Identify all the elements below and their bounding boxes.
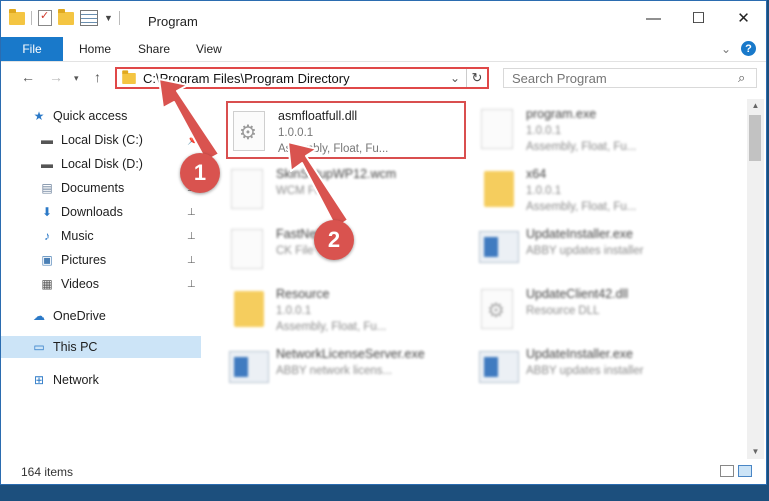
file-explorer-window: ▼ Program — ☐ ✕ File Home Share View ⌄ ?…	[0, 0, 767, 485]
annotation-arrows	[158, 78, 349, 229]
step-2-badge: 2	[314, 220, 354, 260]
annotation-arrow-1	[158, 78, 220, 162]
annotation-arrow-2	[287, 141, 349, 229]
step-1-badge: 1	[180, 153, 220, 193]
